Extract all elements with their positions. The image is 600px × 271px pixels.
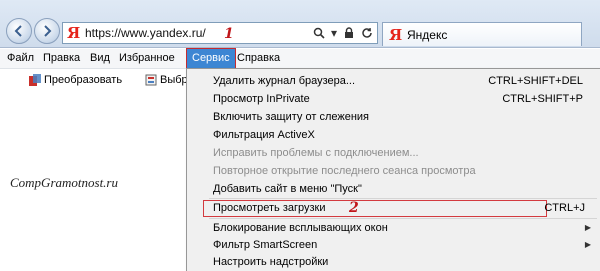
menu-item-label: Удалить журнал браузера... [213, 75, 356, 87]
menu-item-view-downloads[interactable]: Просмотреть загрузки 2 CTRL+J [203, 200, 585, 217]
menu-item-shortcut: CTRL+SHIFT+DEL [488, 75, 583, 87]
back-button[interactable] [6, 18, 32, 44]
menu-separator [209, 198, 597, 199]
service-menu: Удалить журнал браузера... CTRL+SHIFT+DE… [186, 68, 600, 271]
menu-item-shortcut: CTRL+SHIFT+P [502, 93, 583, 105]
menu-edit[interactable]: Правка [38, 49, 85, 68]
address-bar[interactable]: Я https://www.yandex.ru/ ▾ [62, 22, 378, 44]
menu-item-shortcut: CTRL+J [544, 202, 585, 214]
menu-item-clear-history[interactable]: Удалить журнал браузера... CTRL+SHIFT+DE… [187, 73, 600, 89]
menu-item-label: Включить защиту от слежения [213, 111, 370, 123]
menu-file[interactable]: Файл [2, 49, 39, 68]
yandex-favicon-icon: Я [67, 24, 81, 42]
menu-item-label: Фильтрация ActiveX [213, 129, 315, 141]
menu-item-smartscreen[interactable]: Фильтр SmartScreen ▶ [187, 237, 600, 253]
submenu-arrow-icon: ▶ [584, 223, 591, 232]
menu-item-label: Фильтр SmartScreen [213, 239, 318, 251]
menu-item-label: Добавить сайт в меню "Пуск" [213, 183, 362, 195]
browser-chrome: Я https://www.yandex.ru/ ▾ 1 Я Яндекс [0, 0, 600, 48]
annotation-marker-1: 1 [224, 26, 234, 42]
submenu-arrow-icon: ▶ [584, 240, 591, 249]
menu-separator [209, 218, 597, 219]
menu-item-label: Исправить проблемы с подключением... [213, 147, 419, 159]
select-label: Выбр [160, 74, 188, 86]
menu-item-manage-addons[interactable]: Настроить надстройки [187, 254, 600, 270]
back-icon [14, 25, 22, 37]
forward-icon [44, 25, 52, 37]
menu-item-fix-connection: Исправить проблемы с подключением... [187, 145, 600, 161]
menu-bar: Файл Правка Вид Избранное Сервис Справка [0, 48, 600, 69]
menu-view[interactable]: Вид [85, 49, 115, 68]
convert-label: Преобразовать [44, 74, 123, 86]
tab-yandex[interactable]: Я Яндекс [382, 22, 582, 46]
menu-item-label: Просмотр InPrivate [213, 93, 310, 105]
select-button[interactable]: Выбр [144, 72, 188, 88]
menu-help[interactable]: Справка [232, 49, 285, 68]
refresh-icon[interactable] [361, 27, 373, 39]
menu-item-activex-filtering[interactable]: Фильтрация ActiveX [187, 127, 600, 143]
menu-item-label: Повторное открытие последнего сеанса про… [213, 165, 476, 177]
menu-item-label: Просмотреть загрузки [213, 202, 326, 214]
menu-item-label: Настроить надстройки [213, 256, 329, 268]
watermark: CompGramotnost.ru [10, 175, 118, 190]
menu-item-add-to-start[interactable]: Добавить сайт в меню "Пуск" [187, 181, 600, 197]
convert-icon [29, 74, 41, 86]
menu-item-tracking-protection[interactable]: Включить защиту от слежения [187, 109, 600, 125]
convert-button[interactable]: Преобразовать [28, 72, 122, 88]
select-icon [145, 74, 157, 86]
dropdown-arrow-icon[interactable]: ▾ [331, 25, 337, 41]
menu-item-reopen-session: Повторное открытие последнего сеанса про… [187, 163, 600, 179]
menu-item-inprivate[interactable]: Просмотр InPrivate CTRL+SHIFT+P [187, 91, 600, 107]
menu-service[interactable]: Сервис [186, 48, 236, 69]
menu-item-label: Блокирование всплывающих окон [213, 222, 388, 234]
menu-item-popup-blocker[interactable]: Блокирование всплывающих окон ▶ [187, 220, 600, 236]
annotation-marker-2: 2 [349, 200, 359, 216]
lock-icon[interactable] [343, 27, 355, 39]
tab-title: Яндекс [407, 27, 448, 42]
search-icon[interactable] [313, 27, 325, 39]
forward-button[interactable] [34, 18, 60, 44]
menu-favorites[interactable]: Избранное [114, 49, 180, 68]
page-content: CompGramotnost.ru [0, 89, 186, 271]
address-bar-icons: ▾ [313, 25, 373, 41]
address-url[interactable]: https://www.yandex.ru/ [85, 26, 206, 40]
yandex-tab-icon: Я [389, 25, 403, 44]
